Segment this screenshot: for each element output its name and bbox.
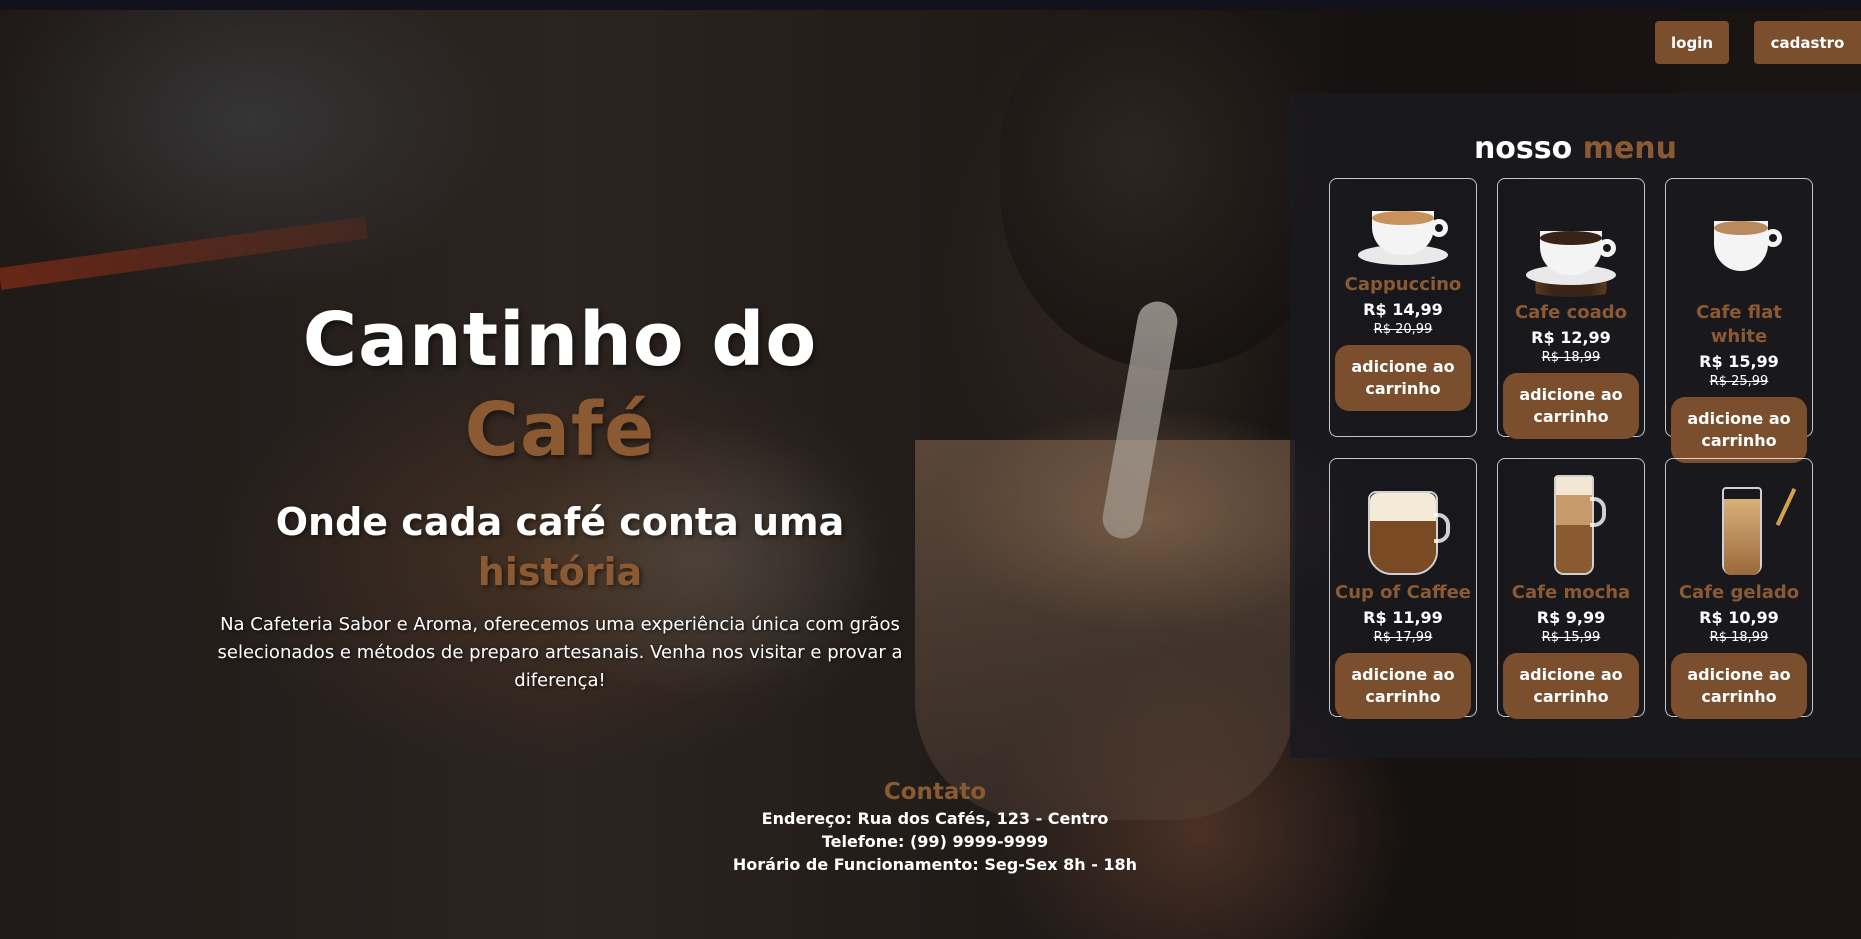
menu-card-cafe-gelado: Cafe gelado R$ 10,99 R$ 18,99 adicione a… <box>1665 458 1813 719</box>
menu-item-old-price: R$ 18,99 <box>1541 350 1601 365</box>
menu-item-price: R$ 9,99 <box>1536 608 1606 627</box>
login-button[interactable]: login <box>1655 21 1729 64</box>
menu-card-cafe-coado: Cafe coado R$ 12,99 R$ 18,99 adicione ao… <box>1497 178 1645 439</box>
iced-coffee-icon <box>1684 465 1797 581</box>
menu-card-cup-of-caffee: Cup of Caffee R$ 11,99 R$ 17,99 adicione… <box>1329 458 1477 719</box>
menu-item-price: R$ 10,99 <box>1699 608 1779 627</box>
contact-title: Contato <box>883 779 987 805</box>
contact-section: Contato Endereço: Rua dos Cafés, 123 - C… <box>730 777 1140 876</box>
menu-panel: nosso menu Cappuccino R$ 14,99 R$ 20,99 … <box>1290 93 1861 758</box>
menu-card-cafe-mocha: Cafe mocha R$ 9,99 R$ 15,99 adicione ao … <box>1497 458 1645 719</box>
menu-title: nosso menu <box>1290 131 1861 166</box>
menu-item-price: R$ 14,99 <box>1363 300 1443 319</box>
add-to-cart-button[interactable]: adicione ao carrinho <box>1671 397 1807 463</box>
cadastro-button[interactable]: cadastro <box>1754 21 1861 64</box>
menu-item-old-price: R$ 20,99 <box>1373 322 1433 337</box>
cream-coffee-mug-icon <box>1348 465 1458 581</box>
contact-hours: Horário de Funcionamento: Seg-Sex 8h - 1… <box>732 855 1138 874</box>
mocha-glass-icon <box>1516 465 1626 581</box>
coffee-beans-cup-icon <box>1516 185 1626 301</box>
menu-item-name: Cup of Caffee <box>1335 582 1471 603</box>
menu-item-name: Cafe flat white <box>1696 302 1782 347</box>
cappuccino-icon <box>1348 185 1458 273</box>
flat-white-icon <box>1684 185 1794 301</box>
hero-subtitle: Onde cada café conta uma história <box>200 497 920 597</box>
contact-address: Endereço: Rua dos Cafés, 123 - Centro <box>761 809 1109 828</box>
add-to-cart-button[interactable]: adicione ao carrinho <box>1335 653 1471 719</box>
menu-item-name: Cappuccino <box>1344 274 1462 295</box>
menu-card-cafe-flat-white: Cafe flat white R$ 15,99 R$ 25,99 adicio… <box>1665 178 1813 463</box>
menu-item-old-price: R$ 25,99 <box>1709 374 1769 389</box>
add-to-cart-button[interactable]: adicione ao carrinho <box>1671 653 1807 719</box>
menu-item-old-price: R$ 17,99 <box>1373 630 1433 645</box>
hero-title-main: Cantinho do <box>302 297 818 383</box>
hero-title: Cantinho do Café <box>200 295 920 475</box>
menu-item-price: R$ 15,99 <box>1699 352 1779 371</box>
add-to-cart-button[interactable]: adicione ao carrinho <box>1503 373 1639 439</box>
menu-item-name: Cafe gelado <box>1678 582 1800 603</box>
menu-item-name: Cafe coado <box>1514 302 1628 323</box>
menu-card-cappuccino: Cappuccino R$ 14,99 R$ 20,99 adicione ao… <box>1329 178 1477 437</box>
menu-item-name: Cafe mocha <box>1511 582 1631 603</box>
add-to-cart-button[interactable]: adicione ao carrinho <box>1335 345 1471 411</box>
hero-section: Cantinho do Café Onde cada café conta um… <box>200 295 920 695</box>
hero-subtitle-accent: história <box>477 550 643 594</box>
add-to-cart-button[interactable]: adicione ao carrinho <box>1503 653 1639 719</box>
menu-title-accent: menu <box>1582 131 1678 166</box>
hero-description: Na Cafeteria Sabor e Aroma, oferecemos u… <box>217 614 903 691</box>
hero-title-accent: Café <box>464 387 656 473</box>
menu-item-old-price: R$ 18,99 <box>1709 630 1769 645</box>
menu-title-main: nosso <box>1473 131 1573 166</box>
hero-subtitle-main: Onde cada café conta uma <box>275 500 845 544</box>
top-bar <box>0 0 1861 10</box>
menu-item-price: R$ 11,99 <box>1363 608 1443 627</box>
menu-item-price: R$ 12,99 <box>1531 328 1611 347</box>
menu-item-old-price: R$ 15,99 <box>1541 630 1601 645</box>
header-nav: login cadastro <box>1655 21 1861 64</box>
contact-phone: Telefone: (99) 9999-9999 <box>821 832 1049 851</box>
